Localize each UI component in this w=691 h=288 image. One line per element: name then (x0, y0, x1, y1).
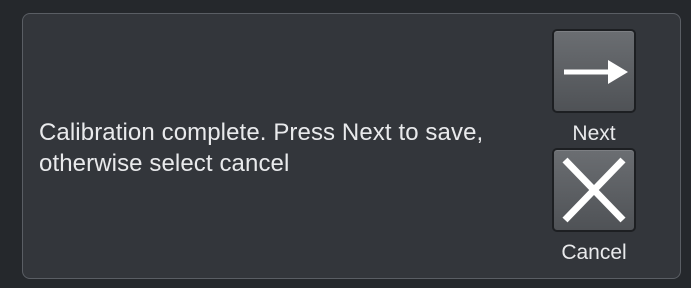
next-button[interactable] (552, 29, 636, 113)
arrow-right-icon (564, 60, 628, 84)
cancel-button-label[interactable]: Cancel (534, 241, 654, 265)
cancel-button[interactable] (552, 148, 636, 232)
dialog-message: Calibration complete. Press Next to save… (39, 117, 539, 179)
screen: Calibration complete. Press Next to save… (0, 0, 691, 288)
dialog-message-line-1: Calibration complete. Press Next to save… (39, 119, 484, 146)
close-icon (562, 157, 626, 223)
next-button-label[interactable]: Next (534, 122, 654, 146)
dialog-message-line-2: otherwise select cancel (39, 150, 290, 177)
calibration-dialog: Calibration complete. Press Next to save… (22, 13, 681, 279)
